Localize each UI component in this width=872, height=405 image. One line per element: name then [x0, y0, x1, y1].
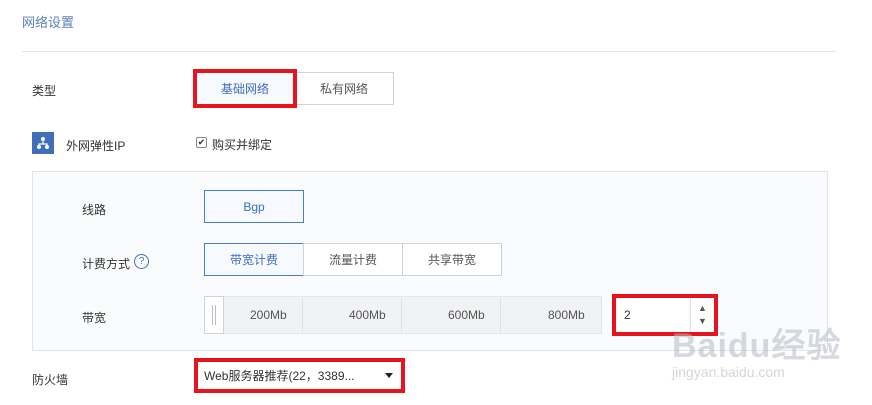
billing-option-shared-label: 共享带宽	[427, 253, 476, 267]
title-divider	[22, 51, 836, 52]
type-option-basic-network[interactable]: 基础网络	[196, 72, 294, 105]
stepper-down-icon[interactable]: ▼	[698, 315, 707, 328]
eip-label: 外网弹性IP	[66, 139, 126, 153]
slider-tick-separator	[401, 298, 402, 332]
caret-down-icon	[385, 373, 393, 378]
bandwidth-label: 带宽	[82, 311, 107, 325]
help-icon-glyph: ?	[138, 256, 145, 267]
bandwidth-stepper[interactable]: ▲ ▼	[690, 298, 714, 332]
type-label: 类型	[32, 84, 57, 98]
slider-tick-separator	[302, 298, 303, 332]
check-icon: ✔	[197, 137, 206, 147]
line-option-bgp[interactable]: Bgp	[204, 190, 304, 223]
stepper-up-icon[interactable]: ▲	[698, 302, 707, 315]
firewall-select[interactable]: Web服务器推荐(22，3389...	[198, 362, 401, 389]
section-title: 网络设置	[22, 15, 75, 30]
line-label: 线路	[82, 203, 107, 217]
billing-option-shared[interactable]: 共享带宽	[402, 243, 502, 276]
eip-checkbox[interactable]: ✔	[196, 137, 207, 148]
slider-tick-label: 800Mb	[548, 308, 585, 322]
billing-option-bandwidth-label: 带宽计费	[229, 253, 278, 267]
billing-option-traffic-label: 流量计费	[328, 253, 377, 267]
billing-label: 计费方式	[82, 257, 131, 271]
line-option-bgp-label: Bgp	[243, 199, 265, 214]
slider-tick-label: 600Mb	[448, 308, 485, 322]
slider-tick-label: 200Mb	[250, 308, 287, 322]
type-option-private-network[interactable]: 私有网络	[294, 72, 394, 105]
bandwidth-value-input[interactable]	[616, 298, 688, 332]
firewall-label: 防火墙	[32, 373, 69, 387]
bandwidth-slider-handle[interactable]	[204, 296, 224, 334]
firewall-select-value: Web服务器推荐(22，3389...	[204, 369, 355, 383]
network-topology-icon	[32, 132, 54, 154]
type-option-basic-network-label: 基础网络	[220, 82, 269, 96]
help-icon[interactable]: ?	[134, 254, 149, 269]
eip-checkbox-label[interactable]: 购买并绑定	[212, 136, 272, 153]
slider-tick-label: 400Mb	[349, 308, 386, 322]
type-option-private-network-label: 私有网络	[319, 82, 368, 96]
billing-option-traffic[interactable]: 流量计费	[303, 243, 403, 276]
billing-option-bandwidth[interactable]: 带宽计费	[204, 243, 304, 276]
watermark-url: jingyan.baidu.com	[672, 364, 785, 380]
slider-tick-separator	[500, 298, 501, 332]
